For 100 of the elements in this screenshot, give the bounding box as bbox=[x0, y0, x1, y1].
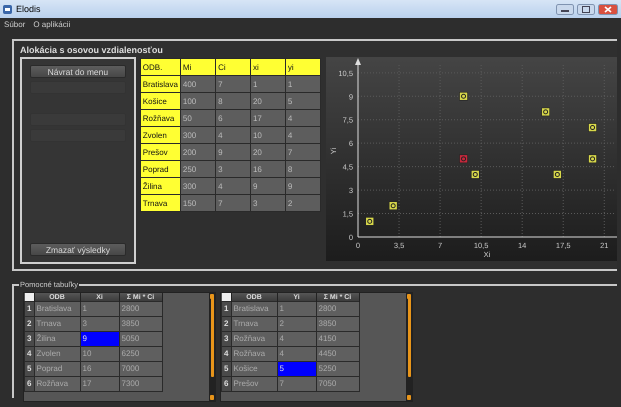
row-header: Poprad bbox=[140, 160, 180, 178]
table-cell[interactable]: 4450 bbox=[316, 346, 359, 362]
table-cell[interactable]: 8 bbox=[216, 92, 250, 110]
table-cell[interactable]: 4 bbox=[277, 332, 316, 346]
table-cell[interactable]: 17 bbox=[80, 376, 119, 392]
table-cell[interactable]: 4 bbox=[216, 126, 250, 144]
row-number[interactable]: 5 bbox=[24, 362, 34, 376]
clear-results-button[interactable]: Zmazať výsledky bbox=[30, 243, 126, 256]
row-number[interactable]: 3 bbox=[24, 332, 34, 346]
table-cell[interactable]: 1 bbox=[250, 76, 286, 92]
table-cell[interactable]: 3 bbox=[80, 316, 119, 332]
table-cell[interactable]: 2800 bbox=[119, 302, 162, 316]
row-number[interactable]: 1 bbox=[24, 302, 34, 316]
row-number[interactable]: 5 bbox=[222, 362, 231, 376]
table-cell[interactable]: Rožňava bbox=[231, 346, 277, 362]
minimize-icon[interactable] bbox=[556, 4, 574, 14]
table-cell[interactable]: 200 bbox=[180, 144, 216, 160]
table-cell[interactable]: 1 bbox=[285, 76, 320, 92]
table-cell[interactable]: 16 bbox=[250, 160, 286, 178]
table-cell[interactable]: 10 bbox=[80, 346, 119, 362]
table-cell[interactable]: 5 bbox=[277, 362, 316, 376]
table-cell[interactable]: 7 bbox=[285, 144, 320, 160]
column-header: yi bbox=[285, 58, 320, 76]
table-cell[interactable]: 7 bbox=[216, 76, 250, 92]
table-cell[interactable]: 6250 bbox=[119, 346, 162, 362]
row-header: Trnava bbox=[140, 194, 180, 212]
row-header: Zvolen bbox=[140, 126, 180, 144]
table-cell[interactable]: 20 bbox=[250, 144, 286, 160]
close-icon[interactable] bbox=[598, 4, 618, 14]
table-cell[interactable]: Zvolen bbox=[34, 346, 80, 362]
app-icon bbox=[3, 4, 12, 14]
table-cell[interactable]: 20 bbox=[250, 92, 286, 110]
table-cell[interactable]: 1 bbox=[80, 302, 119, 316]
menu-button[interactable]: Návrat do menu bbox=[30, 65, 126, 78]
table-cell[interactable]: 17 bbox=[250, 110, 286, 126]
table-cell[interactable]: Bratislava bbox=[231, 302, 277, 316]
table-cell[interactable]: 9 bbox=[285, 178, 320, 194]
window-title: Elodis bbox=[16, 4, 42, 14]
row-header: Prešov bbox=[140, 144, 180, 160]
table-cell[interactable]: 1 bbox=[277, 302, 316, 316]
table-cell[interactable]: 3850 bbox=[316, 316, 359, 332]
table-cell[interactable]: Trnava bbox=[231, 316, 277, 332]
table-cell[interactable]: 7 bbox=[277, 376, 316, 392]
table-cell[interactable]: 3 bbox=[216, 160, 250, 178]
row-number[interactable]: 3 bbox=[222, 332, 231, 346]
table-cell[interactable]: 100 bbox=[180, 92, 216, 110]
table-cell[interactable]: 10 bbox=[250, 126, 286, 144]
table-cell[interactable]: 300 bbox=[180, 126, 216, 144]
row-header: Košice bbox=[140, 92, 180, 110]
table-cell[interactable]: Košice bbox=[231, 362, 277, 376]
table-cell[interactable]: 5050 bbox=[119, 332, 162, 346]
scrollbar[interactable] bbox=[406, 293, 412, 401]
table-cell[interactable]: 7000 bbox=[119, 362, 162, 376]
table-cell[interactable]: 4150 bbox=[316, 332, 359, 346]
table-cell[interactable]: 400 bbox=[180, 76, 216, 92]
table-cell[interactable]: Poprad bbox=[34, 362, 80, 376]
row-number[interactable]: 2 bbox=[24, 316, 34, 332]
table-cell[interactable]: 150 bbox=[180, 194, 216, 212]
scrollbar[interactable] bbox=[209, 293, 215, 401]
table-cell[interactable]: 300 bbox=[180, 178, 216, 194]
row-number[interactable]: 6 bbox=[24, 376, 34, 392]
table-cell[interactable]: Žilina bbox=[34, 332, 80, 346]
table-cell[interactable]: 4 bbox=[285, 110, 320, 126]
table-cell[interactable]: Trnava bbox=[34, 316, 80, 332]
table-cell[interactable]: 4 bbox=[285, 126, 320, 144]
table-cell[interactable]: 8 bbox=[285, 160, 320, 178]
maximize-icon[interactable] bbox=[577, 4, 595, 14]
row-number[interactable]: 4 bbox=[24, 346, 34, 362]
row-number[interactable]: 1 bbox=[222, 302, 231, 316]
table-cell[interactable]: 7 bbox=[216, 194, 250, 212]
table-cell[interactable]: Rožňava bbox=[34, 376, 80, 392]
table-cell[interactable]: 2800 bbox=[316, 302, 359, 316]
table-cell[interactable]: Prešov bbox=[231, 376, 277, 392]
table-cell[interactable]: 9 bbox=[216, 144, 250, 160]
table-cell[interactable]: 4 bbox=[277, 346, 316, 362]
table-cell[interactable]: Bratislava bbox=[34, 302, 80, 316]
table-cell[interactable]: 5250 bbox=[316, 362, 359, 376]
table-cell[interactable]: 50 bbox=[180, 110, 216, 126]
table-cell[interactable]: 9 bbox=[250, 178, 286, 194]
table-cell[interactable]: 6 bbox=[216, 110, 250, 126]
row-number[interactable]: 6 bbox=[222, 376, 231, 392]
table-cell[interactable]: 2 bbox=[285, 194, 320, 212]
menu-item[interactable]: O aplikácii bbox=[33, 20, 70, 28]
table-cell[interactable]: 5 bbox=[285, 92, 320, 110]
menu-item[interactable]: Súbor bbox=[4, 20, 26, 28]
table-cell[interactable]: 2 bbox=[277, 316, 316, 332]
table-cell[interactable]: 3 bbox=[250, 194, 286, 212]
table-cell[interactable]: 9 bbox=[80, 332, 119, 346]
table-cell[interactable]: Rožňava bbox=[231, 332, 277, 346]
row-number[interactable]: 4 bbox=[222, 346, 231, 362]
row-number[interactable]: 2 bbox=[222, 316, 231, 332]
table-cell[interactable]: 7300 bbox=[119, 376, 162, 392]
table-cell[interactable]: 250 bbox=[180, 160, 216, 178]
table-cell[interactable]: 16 bbox=[80, 362, 119, 376]
row-header: Rožňava bbox=[140, 110, 180, 126]
section-title: Alokácia s osovou vzdialenosťou bbox=[19, 44, 164, 54]
row-header: Bratislava bbox=[140, 76, 180, 92]
table-cell[interactable]: 3850 bbox=[119, 316, 162, 332]
table-cell[interactable]: 7050 bbox=[316, 376, 359, 392]
table-cell[interactable]: 4 bbox=[216, 178, 250, 194]
